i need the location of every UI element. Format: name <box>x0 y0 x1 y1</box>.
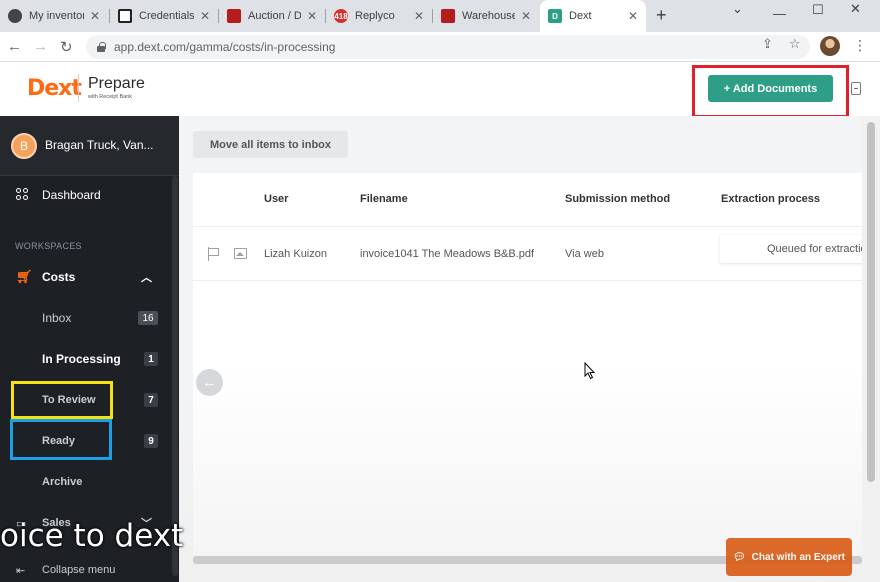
panel-toggle-icon[interactable] <box>851 82 861 95</box>
address-bar[interactable]: app.dext.com/gamma/costs/in-processing <box>86 35 810 59</box>
sidebar-item-label: Dashboard <box>42 188 101 202</box>
count-badge: 7 <box>144 393 158 407</box>
count-badge: 1 <box>144 352 158 366</box>
maximize-icon[interactable]: ☐ <box>812 2 824 17</box>
bookmark-star-icon[interactable]: ☆ <box>789 36 801 52</box>
new-tab-icon[interactable]: + <box>656 5 667 26</box>
collapse-menu-button[interactable]: ⇤ Collapse menu <box>0 555 172 582</box>
collapse-icon: ⇤ <box>16 564 26 577</box>
share-icon[interactable]: ⇪ <box>762 36 773 52</box>
count-badge: 9 <box>144 434 158 448</box>
sidebar-item-costs[interactable]: 🛒︎ Costs ︿ <box>0 262 172 292</box>
scrollbar-thumb[interactable] <box>867 122 875 482</box>
sidebar-item-in-processing[interactable]: In Processing 1 <box>0 344 172 374</box>
product-title: Prepare <box>88 75 145 92</box>
browser-tab-dext[interactable]: D Dext ✕ <box>540 0 646 32</box>
image-icon[interactable] <box>234 248 247 259</box>
profile-avatar[interactable] <box>820 36 840 56</box>
count-badge: 16 <box>138 311 158 325</box>
browser-tab-strip: My inventory ✕ Credentials ✕ Auction / D… <box>0 0 880 32</box>
video-caption: oice to dext <box>0 518 184 554</box>
browser-tab-warehouse[interactable]: Warehouse ✕ <box>433 0 539 32</box>
sidebar-item-label: Costs <box>42 270 76 284</box>
table-row[interactable]: Lizah Kuizon invoice1041 The Meadows B&B… <box>193 227 862 281</box>
page-scrollbar[interactable] <box>862 116 880 582</box>
sidebar: B Bragan Truck, Van... Dashboard WORKSPA… <box>0 116 179 582</box>
flag-icon[interactable] <box>208 247 220 261</box>
browser-tab-replyco[interactable]: 418 Replyco ✕ <box>326 0 432 32</box>
sidebar-item-label: Archive <box>42 476 83 488</box>
cart-icon: 🛒︎ <box>16 269 33 284</box>
back-arrow-icon[interactable]: ← <box>7 38 22 55</box>
close-icon[interactable]: ✕ <box>414 9 424 23</box>
workspaces-heading: WORKSPACES <box>15 241 82 251</box>
highlight-blue-box <box>10 419 112 460</box>
reload-icon[interactable]: ↻ <box>60 38 73 56</box>
column-header-filename[interactable]: Filename <box>360 193 408 205</box>
sidebar-item-label: Inbox <box>42 311 72 325</box>
minimize-icon[interactable]: — <box>773 6 786 21</box>
credentials-favicon-icon <box>118 9 132 23</box>
chat-with-expert-button[interactable]: 💬︎ Chat with an Expert <box>726 538 852 576</box>
auction-favicon-icon <box>227 9 241 23</box>
add-documents-button[interactable]: + Add Documents <box>708 75 833 102</box>
chat-icon: 💬︎ <box>732 551 746 563</box>
extraction-status: Queued for extraction <box>720 235 862 263</box>
column-header-user[interactable]: User <box>264 193 288 205</box>
replyco-favicon-icon: 418 <box>334 9 348 23</box>
dext-logo[interactable]: Dext <box>27 76 82 101</box>
lock-icon <box>96 42 106 52</box>
sidebar-item-dashboard[interactable]: Dashboard <box>0 180 172 210</box>
close-icon[interactable]: ✕ <box>200 9 210 23</box>
sidebar-scrollbar[interactable] <box>172 176 178 576</box>
main-content: Move all items to inbox User Filename Su… <box>179 116 862 582</box>
app-header: Dext Prepare with Receipt Bank + Add Doc… <box>0 62 862 118</box>
highlight-yellow-box <box>11 381 113 419</box>
sidebar-item-inbox[interactable]: Inbox 16 <box>0 303 172 333</box>
tab-search-icon[interactable]: ⌄ <box>732 1 743 16</box>
column-header-submission-method[interactable]: Submission method <box>565 193 670 205</box>
product-subtitle: with Receipt Bank <box>88 94 133 100</box>
account-avatar: B <box>11 133 37 159</box>
forward-arrow-icon[interactable]: → <box>33 38 48 55</box>
account-switcher[interactable]: B Bragan Truck, Van... <box>0 116 179 176</box>
chevron-up-icon[interactable]: ︿ <box>141 269 152 285</box>
sidebar-item-label: In Processing <box>42 352 121 366</box>
inventory-favicon-icon <box>8 9 22 23</box>
browser-tab-credentials[interactable]: Credentials ✕ <box>110 0 218 32</box>
cell-filename[interactable]: invoice1041 The Meadows B&B.pdf <box>360 248 534 260</box>
sidebar-item-label: Collapse menu <box>42 564 116 576</box>
window-close-icon[interactable]: ✕ <box>850 1 861 16</box>
browser-toolbar: ← → ↻ app.dext.com/gamma/costs/in-proces… <box>0 32 880 62</box>
close-icon[interactable]: ✕ <box>628 9 638 23</box>
browser-tab-my-inventory[interactable]: My inventory ✕ <box>0 0 108 32</box>
dashboard-icon <box>16 188 30 202</box>
close-icon[interactable]: ✕ <box>307 9 317 23</box>
dext-favicon-icon: D <box>548 9 562 23</box>
close-icon[interactable]: ✕ <box>521 9 531 23</box>
cell-submission-method: Via web <box>565 248 604 260</box>
sidebar-item-archive[interactable]: Archive <box>0 467 172 497</box>
logo-divider <box>78 74 79 102</box>
browser-tab-auction[interactable]: Auction / D ✕ <box>219 0 325 32</box>
back-arrow-icon[interactable]: ← <box>196 369 223 396</box>
account-name: Bragan Truck, Van... <box>45 138 154 152</box>
column-header-extraction-process[interactable]: Extraction process <box>721 193 820 205</box>
move-all-to-inbox-button[interactable]: Move all items to inbox <box>193 131 348 158</box>
close-icon[interactable]: ✕ <box>90 9 100 23</box>
cell-user: Lizah Kuizon <box>264 248 327 260</box>
browser-menu-icon[interactable]: ⋮ <box>853 37 867 54</box>
warehouse-favicon-icon <box>441 9 455 23</box>
